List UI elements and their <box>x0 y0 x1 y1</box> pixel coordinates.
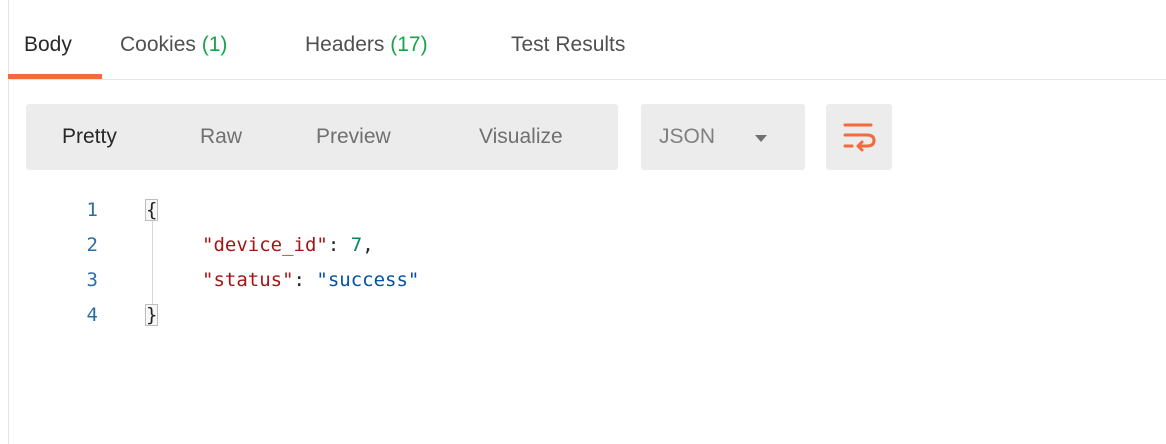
line-number: 3 <box>86 269 98 291</box>
response-panel: Body Cookies (1) Headers (17) Test Resul… <box>0 0 1166 444</box>
code-line: 3 "status": "success" <box>0 266 1166 301</box>
json-key: "device_id" <box>202 234 328 256</box>
response-body-editor[interactable]: 1 { 2 "device_id": 7, 3 "status": "succe… <box>0 196 1166 336</box>
tab-body[interactable]: Body <box>24 30 72 60</box>
format-visualize-button[interactable]: Visualize <box>479 122 563 152</box>
format-pretty-button[interactable]: Pretty <box>62 122 117 152</box>
json-string-value: "success" <box>316 269 420 291</box>
line-number: 4 <box>86 304 98 326</box>
caret-down-icon <box>755 135 767 142</box>
code-line: 1 { <box>0 196 1166 231</box>
tab-headers-label: Headers <box>305 33 385 56</box>
tab-cookies-label: Cookies <box>120 33 196 56</box>
open-brace: { <box>144 199 159 221</box>
line-number: 2 <box>86 234 98 256</box>
tab-test-results[interactable]: Test Results <box>511 30 625 60</box>
format-preview-button[interactable]: Preview <box>316 122 391 152</box>
tab-test-results-label: Test Results <box>511 33 626 56</box>
json-comma: , <box>362 234 374 256</box>
format-raw-button[interactable]: Raw <box>200 122 242 152</box>
wrap-lines-button[interactable] <box>826 104 892 170</box>
tab-cookies[interactable]: Cookies (1) <box>120 30 227 60</box>
close-brace: } <box>144 304 159 326</box>
json-number-value: 7 <box>350 234 363 256</box>
tab-body-label: Body <box>24 33 72 56</box>
code-line: 4 } <box>0 301 1166 336</box>
code-line: 2 "device_id": 7, <box>0 231 1166 266</box>
tab-headers-count: (17) <box>390 33 428 56</box>
json-key: "status" <box>202 269 294 291</box>
language-select-value: JSON <box>659 125 716 148</box>
language-select[interactable]: JSON <box>641 104 805 170</box>
active-tab-indicator <box>8 74 102 79</box>
tab-cookies-count: (1) <box>201 33 228 56</box>
tab-headers[interactable]: Headers (17) <box>305 30 428 60</box>
line-number: 1 <box>86 199 98 221</box>
wrap-lines-icon <box>843 123 876 152</box>
format-toggle-group: Pretty Raw Preview Visualize <box>26 104 618 170</box>
